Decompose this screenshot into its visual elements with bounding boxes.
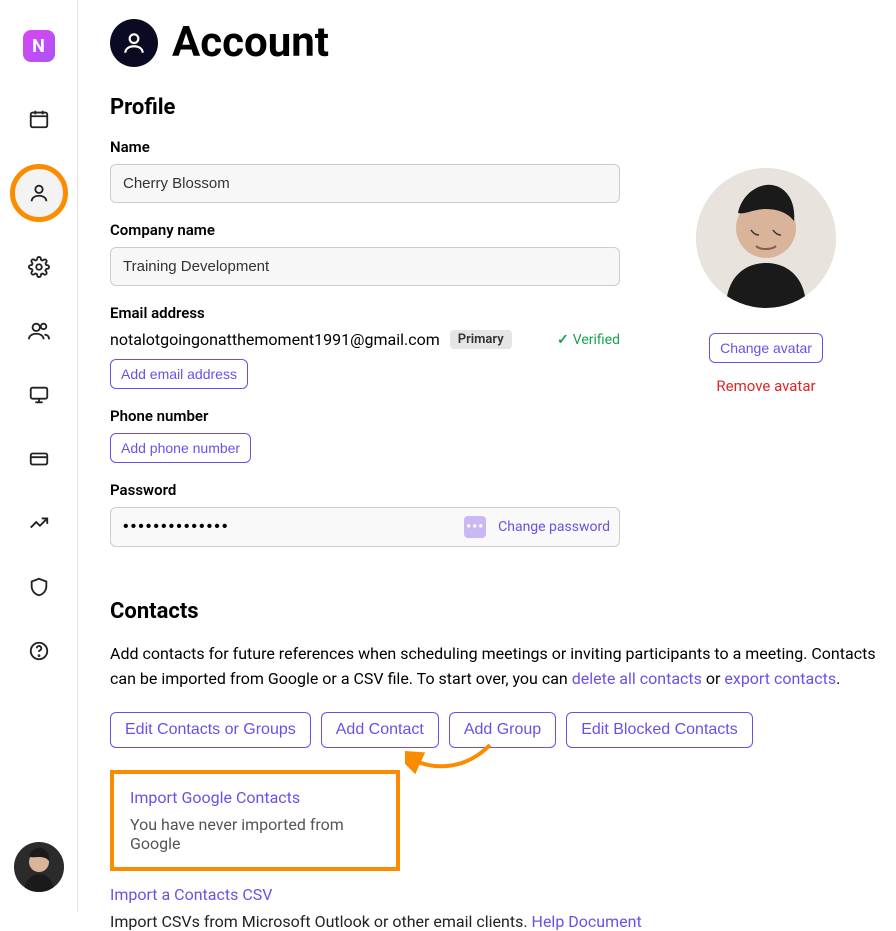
email-row: notalotgoingonatthemoment1991@gmail.com … — [110, 330, 620, 349]
delete-all-contacts-link[interactable]: delete all contacts — [572, 669, 702, 688]
help-document-link[interactable]: Help Document — [532, 912, 642, 931]
profile-heading: Profile — [110, 95, 880, 120]
edit-contacts-button[interactable]: Edit Contacts or Groups — [110, 712, 311, 748]
edit-blocked-button[interactable]: Edit Blocked Contacts — [566, 712, 753, 748]
import-csv-block: Import a Contacts CSV Import CSVs from M… — [110, 885, 880, 931]
account-icon[interactable] — [10, 164, 68, 222]
help-icon[interactable] — [20, 632, 58, 670]
app-logo[interactable]: N — [23, 30, 55, 62]
monitor-icon[interactable] — [20, 376, 58, 414]
import-csv-sub: Import CSVs from Microsoft Outlook or ot… — [110, 912, 880, 931]
add-phone-button[interactable]: Add phone number — [110, 433, 251, 463]
add-group-button[interactable]: Add Group — [449, 712, 556, 748]
user-avatar-small[interactable] — [14, 842, 64, 892]
import-csv-link[interactable]: Import a Contacts CSV — [110, 885, 880, 904]
password-reveal-icon[interactable]: ••• — [464, 516, 486, 538]
email-value: notalotgoingonatthemoment1991@gmail.com — [110, 330, 440, 349]
phone-label: Phone number — [110, 407, 620, 425]
main-content: Account Profile Name Company name Email … — [110, 18, 880, 931]
gear-icon[interactable] — [20, 248, 58, 286]
email-label: Email address — [110, 304, 620, 322]
profile-section: Profile Name Company name Email address … — [110, 95, 880, 547]
import-google-link[interactable]: Import Google Contacts — [130, 788, 380, 807]
add-email-button[interactable]: Add email address — [110, 359, 248, 389]
verified-badge: Verified — [557, 332, 620, 348]
contacts-description: Add contacts for future references when … — [110, 642, 880, 692]
contacts-section: Contacts Add contacts for future referen… — [110, 599, 880, 931]
page-title: Account — [172, 18, 329, 67]
primary-badge: Primary — [450, 330, 512, 349]
change-avatar-button[interactable]: Change avatar — [709, 333, 823, 363]
name-input[interactable] — [110, 164, 620, 203]
team-icon[interactable] — [20, 312, 58, 350]
import-google-block: Import Google Contacts You have never im… — [110, 770, 400, 871]
calendar-icon[interactable] — [20, 100, 58, 138]
remove-avatar-link[interactable]: Remove avatar — [716, 377, 815, 395]
shield-icon[interactable] — [20, 568, 58, 606]
company-input[interactable] — [110, 247, 620, 286]
trend-icon[interactable] — [20, 504, 58, 542]
contacts-desc-or: or — [706, 669, 725, 688]
contacts-buttons: Edit Contacts or Groups Add Contact Add … — [110, 712, 880, 748]
card-icon[interactable] — [20, 440, 58, 478]
add-contact-button[interactable]: Add Contact — [321, 712, 439, 748]
import-csv-text: Import CSVs from Microsoft Outlook or ot… — [110, 912, 532, 931]
contacts-desc-period: . — [836, 669, 840, 688]
page-icon — [110, 19, 158, 67]
avatar — [696, 168, 836, 308]
export-contacts-link[interactable]: export contacts — [724, 669, 836, 688]
change-password-link[interactable]: Change password — [498, 519, 610, 535]
sidebar: N — [0, 0, 78, 912]
import-google-sub: You have never imported from Google — [130, 815, 380, 853]
password-label: Password — [110, 481, 620, 499]
company-label: Company name — [110, 221, 620, 239]
page-header: Account — [110, 18, 880, 67]
contacts-heading: Contacts — [110, 599, 880, 624]
name-label: Name — [110, 138, 620, 156]
